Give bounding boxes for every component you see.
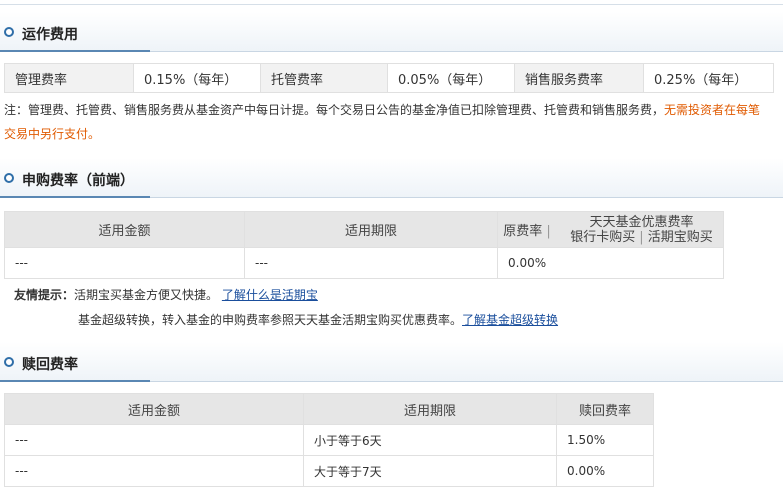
header-accent-bar bbox=[0, 50, 150, 52]
fee-note: 注：管理费、托管费、销售服务费从基金资产中每日计提。每个交易日公告的基金净值已扣… bbox=[4, 98, 779, 146]
note-text: 管理费、托管费、销售服务费从基金资产中每日计提。每个交易日公告的基金净值已扣除管… bbox=[28, 103, 665, 117]
note-highlight-1: 无需投资者在每笔 bbox=[664, 103, 761, 117]
discount-rate-title: 天天基金优惠费率 bbox=[589, 214, 694, 230]
cell-period: 小于等于6天 bbox=[303, 424, 557, 456]
header-underline bbox=[150, 51, 783, 52]
fee-value-management: 0.15%（每年） bbox=[133, 63, 261, 93]
bullet-circle-icon bbox=[4, 27, 14, 37]
fee-label-sales-service: 销售服务费率 bbox=[514, 63, 644, 93]
hint-line-2: 基金超级转换，转入基金的申购费率参照天天基金活期宝购买优惠费率。了解基金超级转换 bbox=[78, 311, 558, 328]
table-row: --- --- 0.00% bbox=[4, 247, 724, 279]
cell-period: --- bbox=[244, 247, 498, 279]
cell-original-rate: 0.00% bbox=[497, 247, 724, 279]
header-underline bbox=[150, 381, 783, 382]
fee-value-sales-service: 0.25%（每年） bbox=[643, 63, 774, 93]
bullet-circle-icon bbox=[4, 173, 14, 183]
section-header-subscription-fees: 申购费率（前端） bbox=[0, 158, 783, 198]
col-header-redemption-rate: 赎回费率 bbox=[556, 393, 654, 425]
hint-line-1: 友情提示：活期宝买基金方便又快捷。 了解什么是活期宝 bbox=[14, 286, 318, 303]
super-conversion-link[interactable]: 了解基金超级转换 bbox=[462, 313, 558, 327]
section-title: 运作费用 bbox=[22, 27, 78, 43]
hint-text-2: 基金超级转换，转入基金的申购费率参照天天基金活期宝购买优惠费率。 bbox=[78, 313, 463, 327]
fee-value-custody: 0.05%（每年） bbox=[387, 63, 515, 93]
cell-rate: 0.00% bbox=[556, 455, 654, 487]
table-row: --- 大于等于7天 0.00% bbox=[4, 455, 654, 487]
cell-amount: --- bbox=[4, 455, 304, 487]
cell-rate: 1.50% bbox=[556, 424, 654, 456]
fee-label-custody: 托管费率 bbox=[260, 63, 388, 93]
section-header-operating-fees: 运作费用 bbox=[0, 12, 783, 52]
section-title: 赎回费率 bbox=[22, 357, 78, 373]
discount-rate-subheaders: 银行卡购买 | 活期宝购买 bbox=[570, 229, 713, 245]
section-header-redemption-fees: 赎回费率 bbox=[0, 342, 783, 382]
fee-label-management: 管理费率 bbox=[4, 63, 134, 93]
note-highlight-2: 交易中另行支付。 bbox=[4, 127, 101, 141]
huoqibao-label: 活期宝购买 bbox=[647, 229, 713, 245]
col-header-period: 适用期限 bbox=[303, 393, 557, 425]
cell-amount: --- bbox=[4, 247, 245, 279]
hint-label: 友情提示： bbox=[14, 288, 75, 302]
header-underline bbox=[150, 197, 783, 198]
col-header-amount: 适用金额 bbox=[4, 393, 304, 425]
note-prefix: 注： bbox=[4, 103, 29, 117]
table-row: --- 小于等于6天 1.50% bbox=[4, 424, 654, 456]
redemption-fees-table: 适用金额 适用期限 赎回费率 --- 小于等于6天 1.50% --- 大于等于… bbox=[4, 393, 654, 487]
bank-card-label: 银行卡购买 bbox=[570, 229, 636, 245]
col-header-discount-rate: 天天基金优惠费率 银行卡购买 | 活期宝购买 bbox=[560, 211, 724, 248]
section-title: 申购费率（前端） bbox=[22, 173, 134, 189]
operating-fees-table: 管理费率 0.15%（每年） 托管费率 0.05%（每年） 销售服务费率 0.2… bbox=[4, 63, 774, 93]
col-header-amount: 适用金额 bbox=[4, 211, 245, 248]
col-header-period: 适用期限 bbox=[244, 211, 498, 248]
header-accent-bar bbox=[0, 380, 150, 382]
col-header-original-rate: 原费率 | bbox=[497, 211, 560, 248]
cell-amount: --- bbox=[4, 424, 304, 456]
hint-text-1: 活期宝买基金方便又快捷。 bbox=[74, 288, 219, 302]
cell-period: 大于等于7天 bbox=[303, 455, 557, 487]
what-is-huoqibao-link[interactable]: 了解什么是活期宝 bbox=[222, 288, 318, 302]
bullet-circle-icon bbox=[4, 357, 14, 367]
subscription-fees-table: 适用金额 适用期限 原费率 | 天天基金优惠费率 银行卡购买 | 活期宝购买 --- … bbox=[4, 211, 724, 279]
top-divider bbox=[0, 4, 783, 5]
header-accent-bar bbox=[0, 196, 150, 198]
